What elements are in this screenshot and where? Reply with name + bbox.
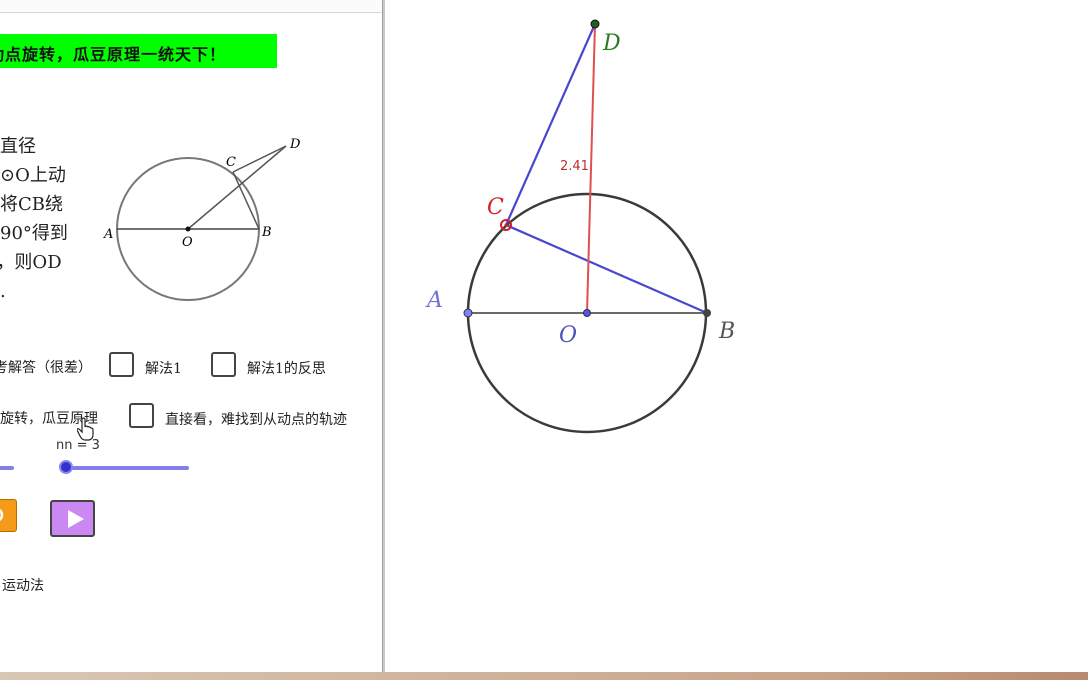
title-banner-text: 动点旋转，瓜豆原理一统天下！	[0, 45, 227, 64]
refresh-icon	[0, 508, 4, 522]
slider-track-left[interactable]	[0, 466, 14, 470]
problem-line-6: __.	[0, 281, 6, 302]
algebra-panel: 动点旋转，瓜豆原理一统天下！ 直径 为⊙O上动 ，将CB绕 转90°得到 D，则…	[0, 0, 382, 672]
figure-point-o	[185, 226, 191, 232]
figure-label-o: O	[182, 235, 193, 250]
od-length-value: 2.41	[560, 159, 589, 174]
option-row-1-label: 考解答（很差）	[0, 360, 92, 376]
checkbox-solution-1-reflection[interactable]	[211, 352, 236, 377]
title-banner: 动点旋转，瓜豆原理一统天下！	[0, 34, 277, 68]
checkbox-direct-view-label: 直接看，难找到从动点的轨迹	[165, 412, 347, 428]
slider-nn-handle[interactable]	[59, 460, 73, 474]
problem-line-2: 为⊙O上动	[0, 165, 66, 186]
play-button[interactable]	[50, 500, 95, 537]
method-label: 运动法	[2, 578, 44, 594]
segment-cb[interactable]	[505, 223, 708, 315]
point-d[interactable]	[590, 19, 600, 29]
slider-nn-label: nn = 3	[56, 438, 100, 453]
label-c: C	[487, 195, 504, 220]
label-o: O	[559, 323, 577, 348]
slider-nn-track[interactable]	[66, 466, 189, 470]
problem-line-4: 转90°得到	[0, 223, 68, 244]
figure-od	[187, 145, 287, 230]
problem-figure: A O B C D	[103, 137, 301, 301]
label-b: B	[718, 319, 735, 344]
figure-label-d: D	[289, 137, 301, 152]
problem-line-1: 直径	[0, 136, 36, 157]
geometry-canvas[interactable]: A O B C D 2.41	[385, 0, 1088, 672]
figure-label-c: C	[226, 155, 236, 170]
figure-label-a: A	[103, 227, 113, 242]
point-b[interactable]	[703, 309, 711, 317]
taskbar-edge	[0, 672, 1088, 680]
label-a: A	[425, 288, 443, 313]
point-o[interactable]	[583, 309, 591, 317]
graphics-view[interactable]: A O B C D 2.41	[385, 0, 1088, 672]
problem-line-3: ，将CB绕	[0, 194, 63, 215]
label-d: D	[602, 31, 621, 56]
point-a[interactable]	[463, 308, 473, 318]
checkbox-direct-view[interactable]	[129, 403, 154, 428]
reset-button[interactable]	[0, 499, 17, 532]
panel-header	[0, 0, 382, 13]
problem-text: 直径 为⊙O上动 ，将CB绕 转90°得到 D，则OD __.	[0, 132, 100, 306]
checkbox-solution-1-reflection-label: 解法1的反思	[247, 361, 326, 377]
point-c-center	[504, 223, 508, 227]
checkbox-solution-1[interactable]	[109, 352, 134, 377]
checkbox-solution-1-label: 解法1	[145, 361, 182, 377]
problem-line-5: D，则OD	[0, 252, 62, 273]
figure-label-b: B	[261, 225, 272, 240]
